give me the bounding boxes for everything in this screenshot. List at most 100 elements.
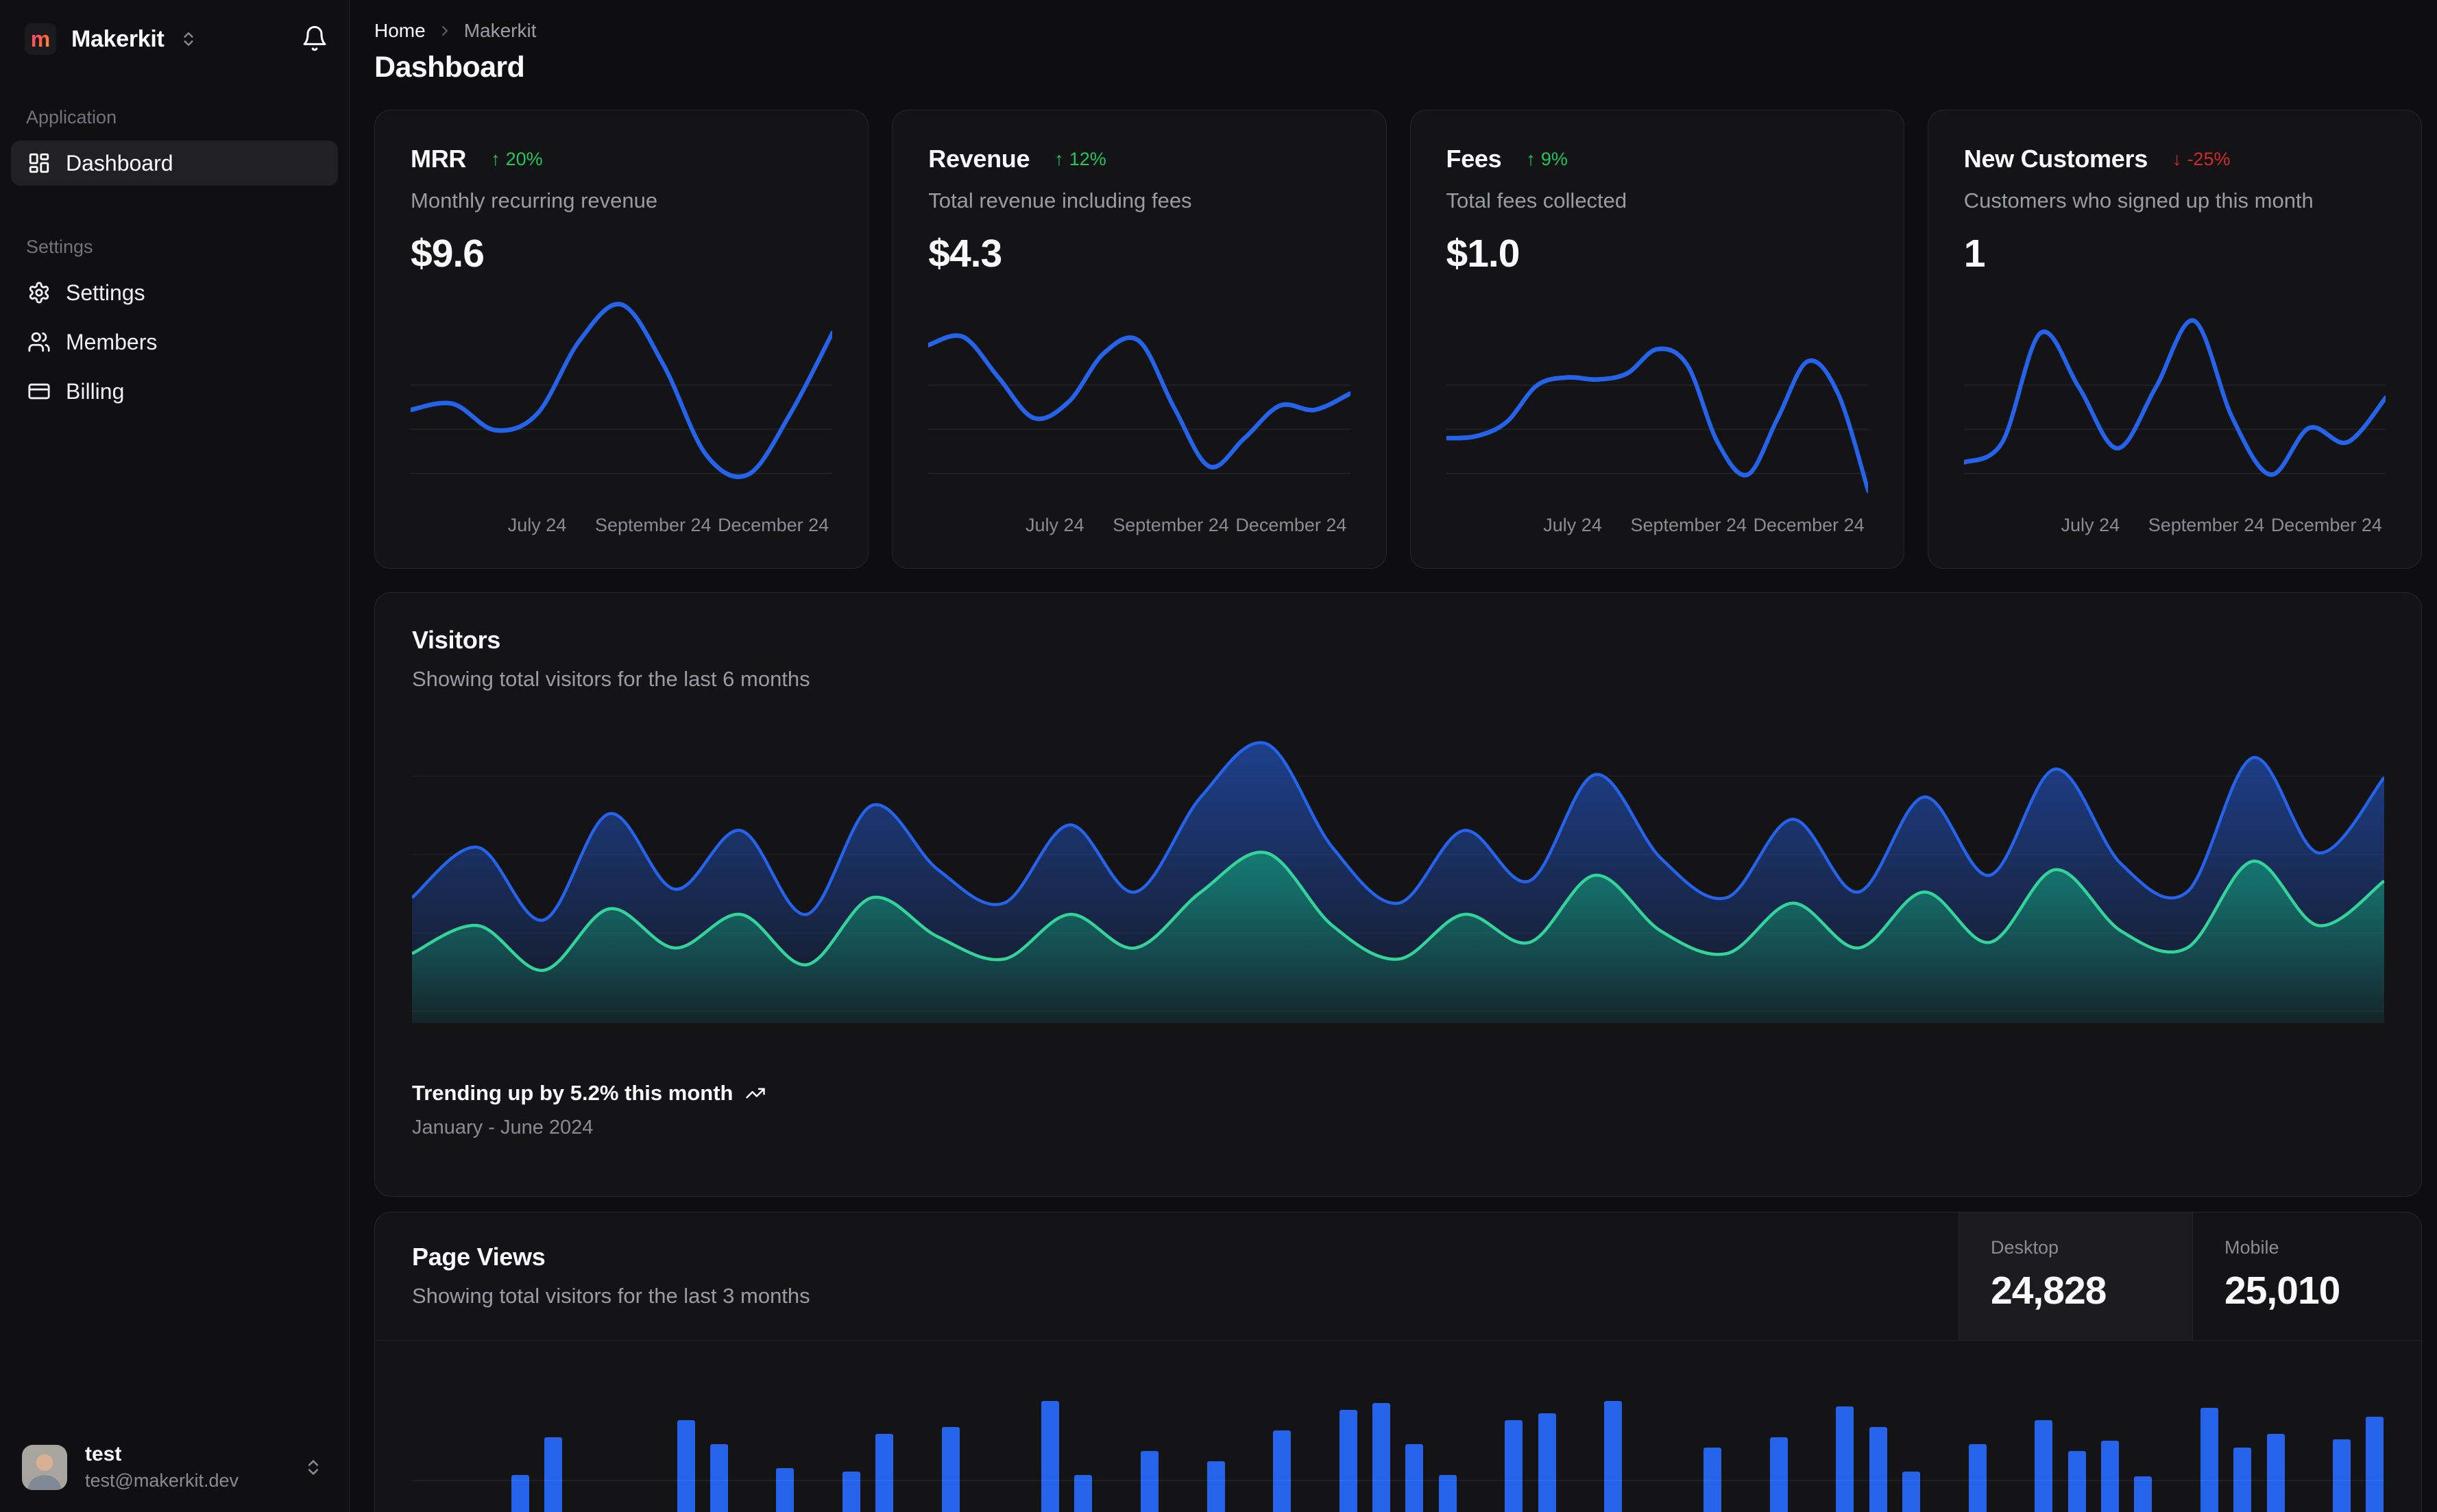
stat-card-header: Fees ↑ 9% bbox=[1446, 145, 1868, 173]
bar bbox=[2134, 1476, 2153, 1512]
bar bbox=[2366, 1417, 2384, 1512]
arrow-up-icon: ↑ bbox=[1054, 148, 1064, 169]
chevron-right-icon bbox=[437, 23, 453, 39]
bar bbox=[544, 1437, 563, 1512]
bar bbox=[1339, 1410, 1357, 1512]
bell-icon bbox=[303, 25, 326, 51]
stat-chart bbox=[1446, 286, 1868, 507]
chevrons-up-down-icon bbox=[308, 1459, 319, 1475]
axis-label: September 24 bbox=[2148, 515, 2265, 535]
bar bbox=[1538, 1413, 1556, 1512]
bar bbox=[2333, 1439, 2351, 1512]
bar bbox=[511, 1475, 529, 1512]
visitors-title: Visitors bbox=[412, 626, 500, 654]
gear-icon bbox=[29, 282, 49, 304]
stat-title: Fees bbox=[1446, 145, 1502, 173]
stat-cards-row: MRR ↑ 20% Monthly recurring revenue $9.6 … bbox=[374, 110, 2422, 569]
page-views-bar-chart bbox=[412, 1365, 2384, 1512]
visitors-trend-text: Trending up by 5.2% this month bbox=[412, 1081, 733, 1105]
stat-value: $1.0 bbox=[1446, 232, 1520, 276]
bar bbox=[2035, 1420, 2053, 1512]
workspace-switcher[interactable]: m Makerkit bbox=[25, 23, 197, 55]
user-email: test@makerkit.dev bbox=[85, 1470, 239, 1491]
sidebar-header: m Makerkit bbox=[0, 0, 349, 55]
nav-section-application: Application bbox=[26, 107, 117, 127]
axis-label: December 24 bbox=[1235, 515, 1347, 535]
nav-section-settings: Settings bbox=[26, 236, 93, 257]
bar bbox=[1074, 1475, 1093, 1512]
stat-description: Monthly recurring revenue bbox=[411, 188, 658, 212]
bar bbox=[2266, 1434, 2285, 1512]
page-title: Dashboard bbox=[374, 51, 525, 84]
stat-card-header: MRR ↑ 20% bbox=[411, 145, 832, 173]
bar bbox=[2200, 1408, 2218, 1512]
axis-label: December 24 bbox=[1753, 515, 1865, 535]
bar bbox=[842, 1472, 861, 1512]
bar bbox=[1041, 1401, 1059, 1512]
bar bbox=[1505, 1420, 1523, 1512]
bar bbox=[1372, 1403, 1391, 1512]
stat-card-mrr: MRR ↑ 20% Monthly recurring revenue $9.6 … bbox=[374, 110, 869, 569]
avatar bbox=[22, 1444, 67, 1490]
bar bbox=[942, 1427, 960, 1512]
sidebar-item-billing[interactable]: Billing bbox=[11, 369, 338, 414]
visitors-card: Visitors Showing total visitors for the … bbox=[374, 592, 2422, 1197]
stat-description: Customers who signed up this month bbox=[1963, 188, 2314, 212]
toggle-value: 25,010 bbox=[2224, 1269, 2340, 1313]
bar bbox=[1869, 1427, 1887, 1512]
bar bbox=[2068, 1451, 2086, 1512]
user-menu[interactable]: test test@makerkit.dev bbox=[0, 1425, 349, 1512]
workspace-name: Makerkit bbox=[71, 25, 165, 52]
stat-chart-axis: July 24 September 24 December 24 bbox=[928, 511, 1350, 538]
stat-value: $9.6 bbox=[411, 232, 485, 276]
stat-title: Revenue bbox=[928, 145, 1030, 173]
bar bbox=[1704, 1448, 1722, 1512]
page-views-title: Page Views bbox=[412, 1243, 546, 1271]
axis-label: July 24 bbox=[1026, 515, 1084, 535]
bar bbox=[1968, 1444, 1987, 1512]
axis-label: December 24 bbox=[718, 515, 829, 535]
bar bbox=[2100, 1441, 2119, 1512]
visitors-subtitle: Showing total visitors for the last 6 mo… bbox=[412, 667, 810, 691]
bar bbox=[1273, 1430, 1292, 1512]
breadcrumb: Home Makerkit bbox=[374, 19, 2422, 42]
toggle-value: 24,828 bbox=[1991, 1269, 2107, 1313]
bar bbox=[1438, 1475, 1457, 1512]
logo-letter: m bbox=[30, 27, 51, 51]
arrow-down-icon: ↓ bbox=[2172, 148, 2182, 169]
sidebar-item-dashboard[interactable]: Dashboard bbox=[11, 141, 338, 186]
delta-badge: ↑ 20% bbox=[491, 148, 543, 169]
axis-label: July 24 bbox=[507, 515, 567, 535]
stat-value: 1 bbox=[1963, 232, 1986, 276]
axis-label: July 24 bbox=[1543, 515, 1602, 535]
stat-chart bbox=[928, 286, 1350, 507]
bar bbox=[1140, 1451, 1159, 1512]
page-views-card: Page Views Showing total visitors for th… bbox=[374, 1212, 2422, 1512]
toggle-desktop[interactable]: Desktop 24,828 bbox=[1959, 1212, 2192, 1340]
notifications-button[interactable] bbox=[301, 25, 328, 54]
delta-badge: ↓ -25% bbox=[2172, 148, 2231, 169]
sidebar-item-settings[interactable]: Settings bbox=[11, 270, 338, 315]
arrow-up-icon: ↑ bbox=[491, 148, 500, 169]
stat-card-fees: Fees ↑ 9% Total fees collected $1.0 July … bbox=[1409, 110, 1904, 569]
toggle-mobile[interactable]: Mobile 25,010 bbox=[2192, 1212, 2421, 1340]
axis-label: September 24 bbox=[1113, 515, 1229, 535]
sidebar-item-members[interactable]: Members bbox=[11, 319, 338, 365]
visitors-period: January - June 2024 bbox=[412, 1117, 594, 1138]
stat-chart-axis: July 24 September 24 December 24 bbox=[1446, 511, 1868, 538]
page-views-header: Page Views Showing total visitors for th… bbox=[375, 1212, 2421, 1341]
chevrons-up-down-icon bbox=[183, 32, 193, 46]
user-name: test bbox=[85, 1443, 122, 1465]
breadcrumb-home-link[interactable]: Home bbox=[374, 20, 426, 42]
stat-title: New Customers bbox=[1963, 145, 2148, 173]
user-meta: test test@makerkit.dev bbox=[85, 1443, 239, 1491]
stat-card-header: New Customers ↓ -25% bbox=[1964, 145, 2386, 173]
stat-value: $4.3 bbox=[928, 232, 1002, 276]
sidebar-item-label: Members bbox=[66, 329, 158, 354]
app-root: m Makerkit Application Dashboard Setting… bbox=[0, 0, 2437, 1512]
bar bbox=[776, 1468, 795, 1512]
users-icon bbox=[28, 332, 50, 352]
stat-title: MRR bbox=[411, 145, 467, 173]
toggle-label: Mobile bbox=[2224, 1237, 2279, 1258]
sidebar-nav: Application Dashboard Settings Settings … bbox=[0, 107, 349, 414]
